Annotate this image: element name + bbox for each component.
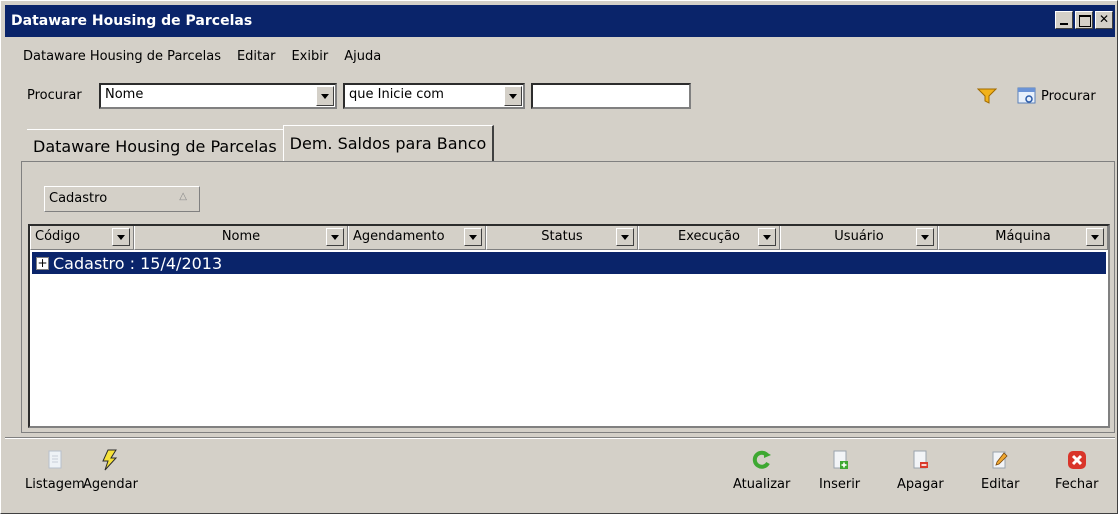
filter-icon[interactable]: [977, 87, 997, 105]
search-input[interactable]: [531, 83, 691, 109]
chevron-down-icon[interactable]: [326, 228, 344, 246]
lightning-icon: [102, 449, 118, 471]
search-condition-select[interactable]: que Inicie com: [343, 83, 525, 109]
fechar-label: Fechar: [1055, 477, 1099, 492]
editar-label: Editar: [981, 477, 1020, 492]
agendar-button[interactable]: Agendar: [83, 449, 138, 492]
edit-document-icon: [992, 451, 1008, 469]
column-status-label: Status: [541, 229, 583, 244]
search-label: Procurar: [27, 88, 82, 103]
add-document-icon: [833, 450, 848, 469]
tab-dem-saldos[interactable]: Dem. Saldos para Banco: [282, 125, 495, 161]
chevron-down-icon[interactable]: [758, 228, 776, 246]
column-codigo-label: Código: [35, 229, 81, 244]
menu-item-exibir[interactable]: Exibir: [291, 49, 328, 64]
tab-dataware-housing[interactable]: Dataware Housing de Parcelas: [27, 129, 283, 163]
editar-button[interactable]: Editar: [981, 449, 1020, 492]
chevron-down-icon[interactable]: [616, 228, 634, 246]
apagar-label: Apagar: [897, 477, 944, 492]
column-status[interactable]: Status: [486, 226, 638, 250]
inserir-label: Inserir: [819, 477, 861, 492]
apagar-button[interactable]: Apagar: [897, 449, 944, 492]
search-condition-value: que Inicie com: [349, 87, 444, 102]
refresh-icon: [752, 450, 771, 469]
atualizar-label: Atualizar: [733, 477, 791, 492]
chevron-down-icon[interactable]: [916, 228, 934, 246]
minimize-button[interactable]: [1055, 11, 1073, 29]
chevron-down-icon[interactable]: [1086, 228, 1104, 246]
delete-document-icon: [913, 450, 929, 469]
tab-panel: Cadastro △ Código Nome Agendamento Statu: [21, 161, 1115, 433]
group-row-label: Cadastro : 15/4/2013: [53, 253, 223, 273]
column-agendamento[interactable]: Agendamento: [348, 226, 486, 250]
close-window-button[interactable]: ✕: [1095, 11, 1113, 29]
column-nome[interactable]: Nome: [134, 226, 348, 250]
toolbar-divider: [5, 437, 1115, 439]
menu-item-ajuda[interactable]: Ajuda: [344, 49, 381, 64]
close-icon: [1067, 451, 1086, 469]
expand-icon[interactable]: +: [36, 256, 49, 270]
search-row: Procurar Nome que Inicie com Procurar: [27, 83, 1115, 109]
sort-ascending-icon: △: [179, 191, 187, 202]
group-by-chip[interactable]: Cadastro △: [44, 186, 200, 212]
search-field-value: Nome: [105, 87, 144, 102]
column-maquina[interactable]: Máquina: [938, 226, 1108, 250]
column-execucao[interactable]: Execução: [638, 226, 780, 250]
listagem-label: Listagem: [25, 477, 85, 492]
group-by-label: Cadastro: [49, 191, 108, 206]
document-list-icon: [48, 450, 62, 469]
tab-bar: Dataware Housing de Parcelas Dem. Saldos…: [27, 125, 495, 163]
menu-bar: Dataware Housing de Parcelas Editar Exib…: [23, 49, 381, 64]
chevron-down-icon[interactable]: [316, 86, 334, 106]
listagem-button[interactable]: Listagem: [25, 449, 85, 492]
menu-item-dataware[interactable]: Dataware Housing de Parcelas: [23, 49, 221, 64]
data-grid: Código Nome Agendamento Status Execução: [28, 224, 1110, 428]
search-button[interactable]: Procurar: [1017, 83, 1096, 109]
column-usuario-label: Usuário: [834, 229, 884, 244]
inserir-button[interactable]: Inserir: [819, 449, 860, 492]
column-maquina-label: Máquina: [995, 229, 1051, 244]
column-agendamento-label: Agendamento: [353, 229, 445, 244]
search-field-select[interactable]: Nome: [99, 83, 337, 109]
grid-header: Código Nome Agendamento Status Execução: [30, 226, 1108, 250]
table-group-row[interactable]: + Cadastro : 15/4/2013: [32, 252, 1106, 274]
column-nome-label: Nome: [221, 229, 261, 244]
maximize-button[interactable]: [1075, 11, 1093, 29]
title-bar: Dataware Housing de Parcelas ✕: [5, 5, 1115, 37]
column-usuario[interactable]: Usuário: [780, 226, 938, 250]
find-window-icon: [1017, 87, 1036, 104]
app-window: Dataware Housing de Parcelas ✕ Dataware …: [0, 0, 1118, 514]
agendar-label: Agendar: [83, 477, 138, 492]
atualizar-button[interactable]: Atualizar: [733, 449, 790, 492]
column-execucao-label: Execução: [678, 229, 740, 244]
fechar-button[interactable]: Fechar: [1055, 449, 1098, 492]
chevron-down-icon[interactable]: [504, 86, 522, 106]
chevron-down-icon[interactable]: [112, 228, 130, 246]
search-button-label: Procurar: [1041, 88, 1096, 104]
column-codigo[interactable]: Código: [30, 226, 134, 250]
window-controls: ✕: [1053, 11, 1113, 29]
window-title: Dataware Housing de Parcelas: [11, 13, 253, 29]
chevron-down-icon[interactable]: [464, 228, 482, 246]
menu-item-editar[interactable]: Editar: [237, 49, 276, 64]
